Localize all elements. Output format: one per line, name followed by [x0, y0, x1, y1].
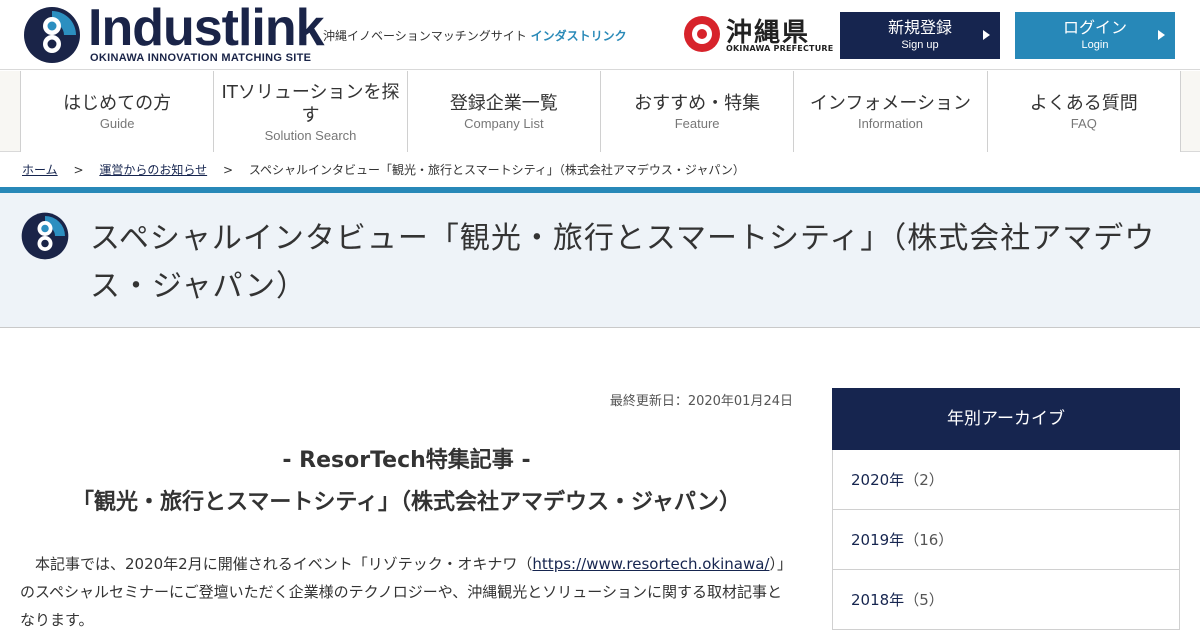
- signup-sublabel: Sign up: [901, 39, 939, 51]
- archive-count: （2）: [904, 471, 944, 489]
- nav-item-sublabel: Company List: [464, 116, 544, 131]
- nav-item-solution-search[interactable]: ITソリューションを探す Solution Search: [214, 71, 408, 152]
- triangle-right-icon: [1158, 30, 1165, 40]
- global-nav: はじめての方 Guide ITソリューションを探す Solution Searc…: [0, 71, 1200, 152]
- nav-item-guide[interactable]: はじめての方 Guide: [21, 71, 215, 152]
- article-heading-line2: 「観光・旅行とスマートシティ」（株式会社アマデウス・ジャパン）: [71, 490, 742, 515]
- resortech-link[interactable]: https://www.resortech.okinawa/: [532, 555, 769, 573]
- breadcrumb-current: スペシャルインタビュー「観光・旅行とスマートシティ」（株式会社アマデウス・ジャパ…: [248, 163, 745, 177]
- archive-year: 2019年: [851, 531, 905, 549]
- article-heading-line1: - ResorTech特集記事 -: [282, 448, 531, 473]
- archive-heading: 年別アーカイブ: [832, 388, 1180, 450]
- breadcrumb: ホーム > 運営からのお知らせ > スペシャルインタビュー「観光・旅行とスマート…: [22, 161, 745, 178]
- nav-item-faq[interactable]: よくある質問 FAQ: [988, 71, 1181, 152]
- breadcrumb-separator: >: [73, 163, 84, 177]
- nav-item-information[interactable]: インフォメーション Information: [794, 71, 988, 152]
- tagline-name: インダストリンク: [530, 29, 627, 43]
- triangle-right-icon: [983, 30, 990, 40]
- nav-item-company-list[interactable]: 登録企業一覧 Company List: [408, 71, 601, 152]
- archive-year: 2018年: [851, 591, 905, 609]
- breadcrumb-separator: >: [222, 163, 234, 177]
- archive-item-2020[interactable]: 2020年（2）: [833, 450, 1179, 510]
- archive-year: 2020年: [851, 471, 905, 489]
- login-sublabel: Login: [1081, 39, 1109, 51]
- archive-item-2018[interactable]: 2018年（5）: [833, 570, 1179, 630]
- tagline-prefix: 沖縄イノベーションマッチングサイト: [323, 29, 527, 43]
- article-intro: 本記事では、2020年2月に開催されるイベント「リゾテック・オキナワ（https…: [20, 550, 793, 630]
- signup-button[interactable]: 新規登録 Sign up: [840, 12, 1000, 59]
- breadcrumb-parent-link[interactable]: 運営からのお知らせ: [99, 163, 207, 177]
- nav-item-label: ITソリューションを探す: [221, 81, 400, 126]
- last-updated: 最終更新日：2020年01月24日: [609, 394, 793, 409]
- nav-item-sublabel: FAQ: [1070, 116, 1097, 131]
- page-title-band: スペシャルインタビュー「観光・旅行とスマートシティ」（株式会社アマデウス・ジャパ…: [0, 187, 1200, 328]
- archive-count: （5）: [904, 591, 944, 609]
- breadcrumb-home-link[interactable]: ホーム: [22, 163, 58, 177]
- article-intro-text: 本記事では、2020年2月に開催されるイベント「リゾテック・オキナワ（: [35, 555, 533, 573]
- global-nav-list: はじめての方 Guide ITソリューションを探す Solution Searc…: [20, 71, 1181, 152]
- nav-item-label: はじめての方: [63, 93, 172, 114]
- industlink-logo-icon: [24, 7, 80, 63]
- prefecture-en: OKINAWA PREFECTURE: [726, 44, 834, 53]
- article-heading: - ResorTech特集記事 - 「観光・旅行とスマートシティ」（株式会社アマ…: [20, 440, 793, 524]
- login-button[interactable]: ログイン Login: [1015, 12, 1175, 59]
- site-header: Industlink OKINAWA INNOVATION MATCHING S…: [0, 0, 1200, 70]
- okinawa-prefecture-logo[interactable]: 沖縄県 OKINAWA PREFECTURE: [684, 14, 833, 56]
- login-label: ログイン: [1062, 18, 1127, 37]
- nav-item-label: おすすめ・特集: [634, 93, 761, 114]
- archive-list: 2020年（2） 2019年（16） 2018年（5）: [832, 450, 1180, 630]
- industlink-logo-icon: [21, 212, 69, 260]
- nav-item-label: インフォメーション: [809, 93, 972, 114]
- nav-item-sublabel: Guide: [99, 116, 135, 131]
- nav-item-label: よくある質問: [1029, 93, 1138, 114]
- page-title: スペシャルインタビュー「観光・旅行とスマートシティ」（株式会社アマデウス・ジャパ…: [90, 221, 1156, 304]
- logo-subtitle: OKINAWA INNOVATION MATCHING SITE: [90, 52, 312, 64]
- signup-label: 新規登録: [887, 18, 952, 37]
- archive-count: （16）: [904, 531, 954, 549]
- archive-item-2019[interactable]: 2019年（16）: [833, 510, 1179, 570]
- nav-item-sublabel: Solution Search: [264, 127, 357, 143]
- logo-wordmark: Industlink: [88, 0, 325, 57]
- nav-item-sublabel: Information: [857, 116, 923, 131]
- nav-item-feature[interactable]: おすすめ・特集 Feature: [601, 71, 795, 152]
- site-tagline: 沖縄イノベーションマッチングサイト インダストリンク: [323, 27, 627, 44]
- prefecture-emblem-icon: [684, 16, 720, 52]
- nav-item-sublabel: Feature: [674, 116, 720, 131]
- nav-item-label: 登録企業一覧: [449, 93, 558, 114]
